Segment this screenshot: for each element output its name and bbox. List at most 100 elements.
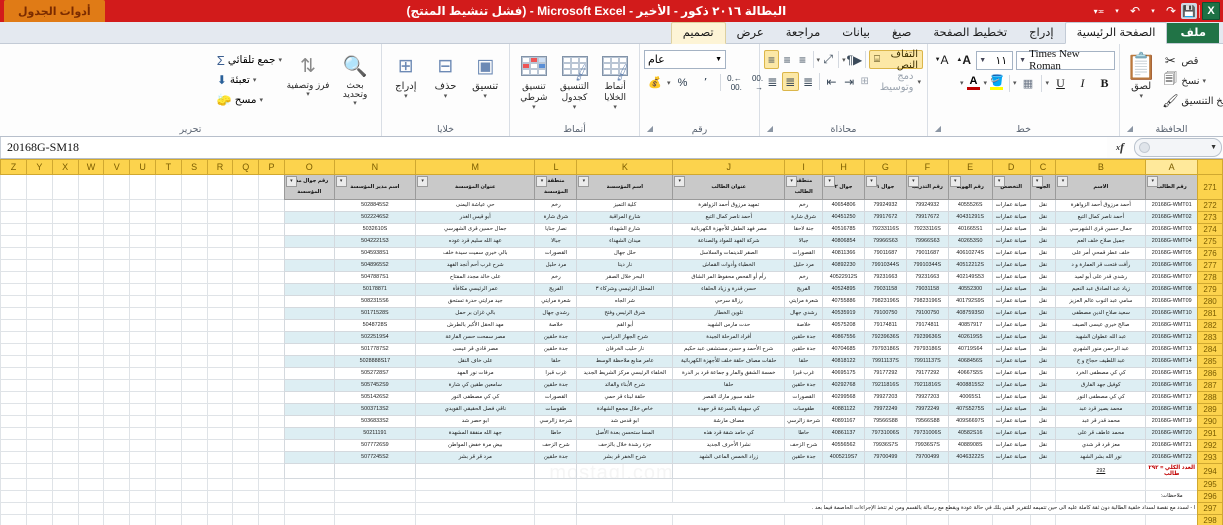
table-cell[interactable]: ناقي فصل الحقيقي القويدي (415, 403, 536, 416)
empty-cell[interactable] (77, 271, 105, 284)
empty-cell[interactable] (534, 514, 578, 525)
empty-cell[interactable] (206, 463, 234, 479)
table-cell[interactable]: صيانة عمارات (991, 439, 1031, 452)
empty-cell[interactable] (232, 211, 260, 224)
empty-cell[interactable] (180, 379, 208, 392)
table-cell[interactable]: 20168G-WMT05 (1145, 247, 1199, 260)
empty-cell[interactable] (51, 415, 79, 428)
empty-cell[interactable] (0, 355, 27, 368)
empty-cell[interactable] (154, 271, 182, 284)
table-cell[interactable]: مرد حليل (784, 259, 824, 272)
formula-input[interactable]: 20168G-SM18 (0, 137, 1107, 158)
table-row[interactable]: 279 20168G-WMT08 زياد عبد الصادق عبد النعي… (0, 283, 1223, 296)
empty-cell[interactable] (180, 271, 208, 284)
table-cell[interactable]: صيانة عمارات (991, 415, 1031, 428)
column-header-i[interactable]: I (784, 159, 824, 175)
table-cell[interactable]: 402653S0 (947, 235, 993, 248)
table-cell[interactable]: جدة حلقين (534, 451, 578, 464)
table-cell[interactable] (283, 235, 335, 248)
row-header[interactable]: 298 (1197, 514, 1223, 525)
table-column-header[interactable]: ▾ عنوان الطالب (672, 174, 786, 200)
table-cell[interactable]: خاص خلال مجمع الشهادة (576, 403, 674, 416)
table-cell[interactable]: نصار جنايا (534, 223, 578, 236)
empty-cell[interactable] (283, 490, 335, 503)
empty-cell[interactable] (129, 403, 156, 416)
empty-cell[interactable] (129, 295, 156, 308)
empty-cell[interactable] (206, 307, 234, 320)
empty-cell[interactable] (129, 355, 156, 368)
column-header-u[interactable]: U (129, 159, 156, 175)
table-row[interactable]: 284 20168G-WMT13 عبد الرحمن منور الشهري نقل… (0, 343, 1223, 356)
empty-cell[interactable] (129, 379, 156, 392)
orientation-button[interactable]: ⤢ (821, 50, 835, 69)
table-cell[interactable]: نقل (1029, 307, 1057, 320)
insert-cells-dropdown-icon[interactable]: ▾ (404, 92, 408, 100)
table-cell[interactable] (576, 463, 674, 479)
table-cell[interactable]: محمد بصير قرد عبد (1055, 403, 1147, 416)
empty-cell[interactable] (77, 391, 105, 404)
table-cell[interactable]: 79731006S (905, 427, 949, 440)
clear-button[interactable]: 🧽 مسح ▾ (216, 90, 283, 110)
empty-cell[interactable] (0, 502, 27, 515)
empty-cell[interactable] (25, 427, 53, 440)
column-header-a[interactable]: A (1145, 159, 1199, 175)
empty-cell[interactable] (206, 259, 234, 272)
table-row[interactable]: 285 20168G-WMT14 عبد اللطيف حجاج و ج نقل صيا… (0, 355, 1223, 368)
table-cell[interactable]: جدة حلقين (534, 379, 578, 392)
empty-cell[interactable] (154, 490, 182, 503)
empty-cell[interactable] (154, 247, 182, 260)
empty-cell[interactable] (25, 331, 53, 344)
empty-cell[interactable] (232, 502, 260, 515)
table-cell[interactable]: 79011687 (905, 247, 949, 260)
empty-cell[interactable] (25, 415, 53, 428)
empty-cell[interactable] (864, 514, 907, 525)
table-cell[interactable]: ابو قدس شد (576, 415, 674, 428)
table-cell[interactable] (283, 319, 335, 332)
table-cell[interactable]: الصقر للدينمات والسلاسل (672, 247, 786, 260)
table-cell[interactable]: نقل (1029, 295, 1057, 308)
empty-cell[interactable] (180, 490, 208, 503)
column-header-j[interactable]: J (672, 159, 786, 175)
table-cell[interactable]: المحلل الرئيسي وشركاء ٣ (576, 283, 674, 296)
table-cell[interactable]: معز قرد قر شدي (1055, 439, 1147, 452)
empty-cell[interactable] (991, 478, 1031, 491)
tab-design[interactable]: تصميم (670, 22, 726, 44)
empty-cell[interactable] (51, 259, 79, 272)
table-cell[interactable]: غرب قبرا (784, 367, 824, 380)
empty-cell[interactable] (180, 367, 208, 380)
empty-cell[interactable] (232, 319, 260, 332)
empty-cell[interactable] (77, 211, 105, 224)
table-cell[interactable] (534, 463, 578, 479)
empty-cell[interactable] (206, 379, 234, 392)
table-cell[interactable] (283, 379, 335, 392)
row-header[interactable]: 292 (1197, 439, 1223, 452)
number-format-select[interactable]: ▼ عام (644, 50, 726, 69)
table-cell[interactable]: 40867556 (822, 331, 865, 344)
empty-cell[interactable] (154, 223, 182, 236)
empty-cell[interactable] (180, 319, 208, 332)
italic-button[interactable]: I (1072, 73, 1093, 93)
table-cell[interactable]: رشدي جهال (534, 307, 578, 320)
empty-cell[interactable] (822, 514, 865, 525)
decrease-indent-button[interactable]: ⇥ (841, 72, 858, 91)
empty-cell[interactable] (51, 235, 79, 248)
empty-cell[interactable] (232, 223, 260, 236)
empty-cell[interactable] (258, 259, 285, 272)
table-cell[interactable]: 20168G-WMT15 (1145, 367, 1199, 380)
table-cell[interactable]: 409S6697S (947, 415, 993, 428)
table-cell[interactable]: جدة حلقين (784, 331, 824, 344)
row-header[interactable]: 279 (1197, 283, 1223, 296)
empty-cell[interactable] (1145, 478, 1199, 491)
table-cell[interactable] (283, 331, 335, 344)
empty-cell[interactable] (232, 283, 260, 296)
table-cell[interactable]: شرح الأبناء والفائد (576, 379, 674, 392)
table-cell[interactable]: عامر منابع ملاحظة الوسط (576, 355, 674, 368)
table-cell[interactable]: 40463222S (947, 451, 993, 464)
table-cell[interactable]: أبو القم (576, 319, 674, 332)
table-cell[interactable]: نقل (1029, 319, 1057, 332)
table-cell[interactable] (283, 199, 335, 212)
cut-button[interactable]: ✂ قص (1160, 51, 1223, 71)
redo-icon[interactable]: ↷ (1163, 3, 1179, 19)
clipboard-dialog-launcher-icon[interactable]: ◢ (1126, 125, 1134, 133)
table-cell[interactable]: 79700499 (905, 451, 949, 464)
